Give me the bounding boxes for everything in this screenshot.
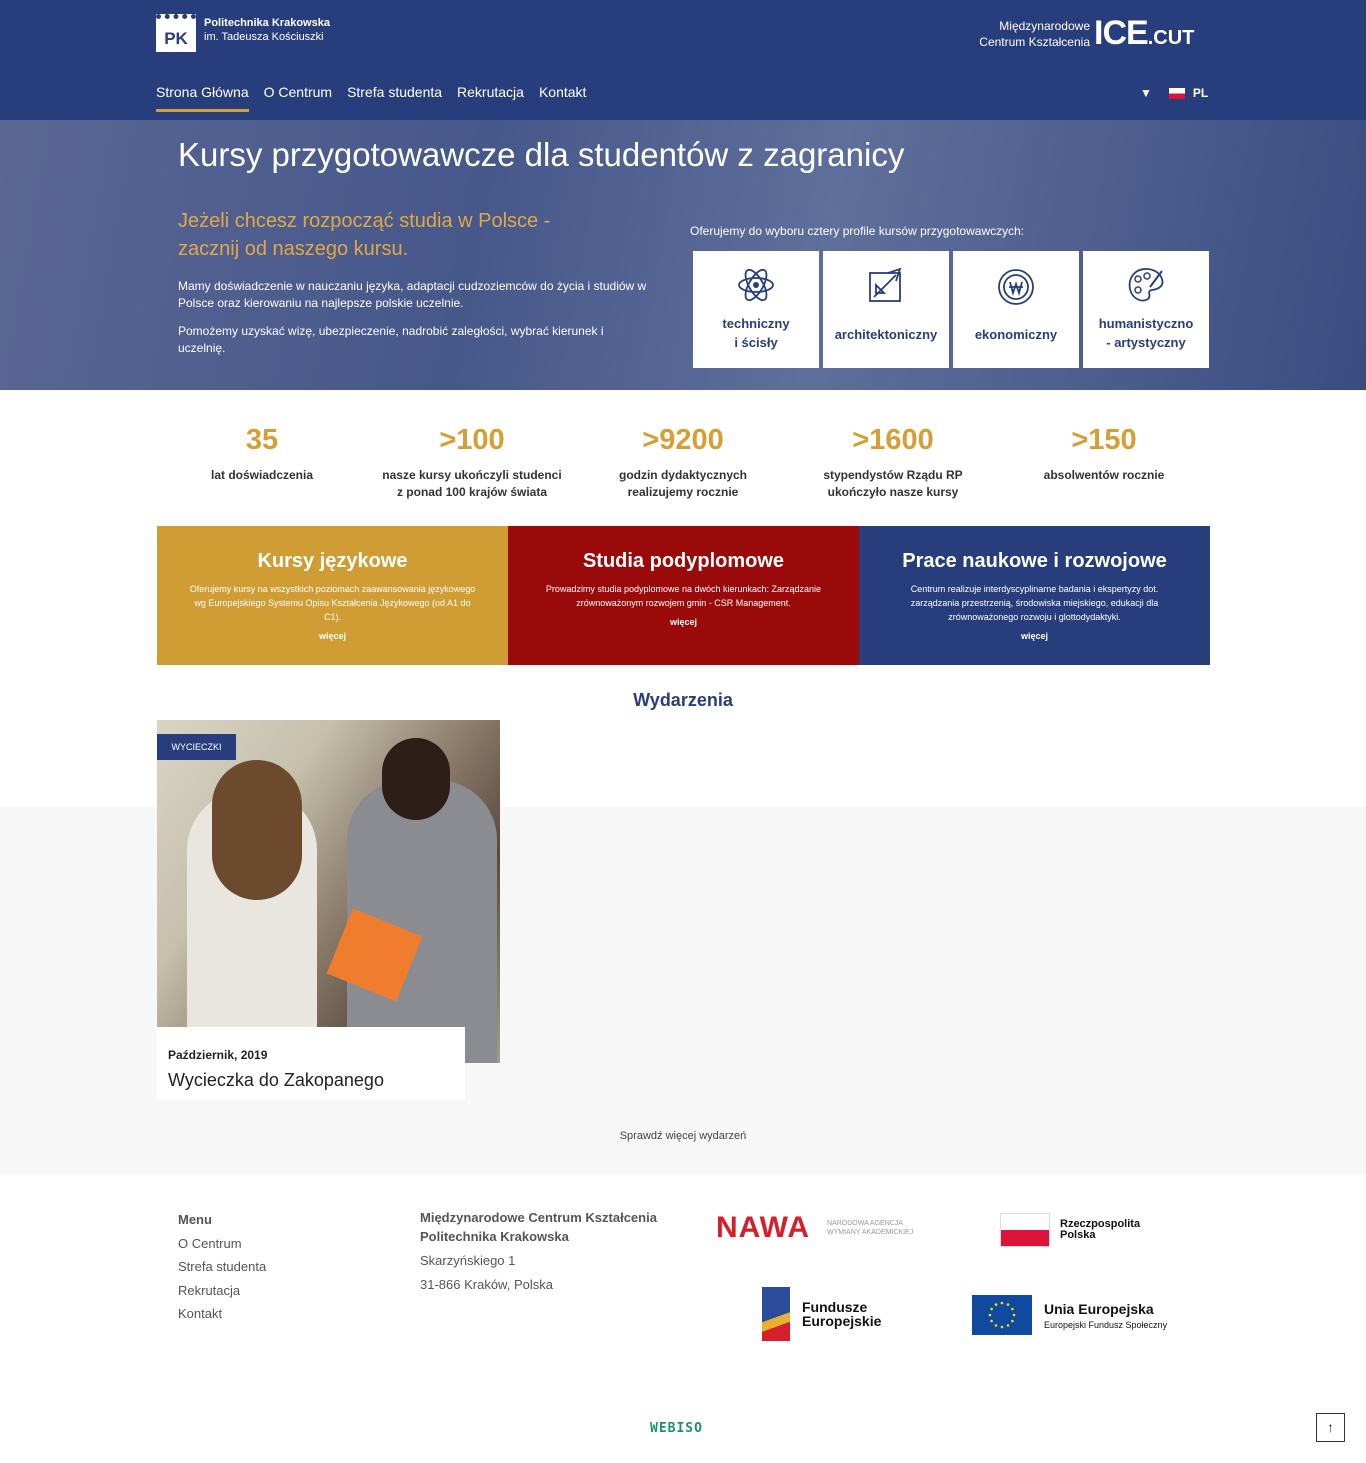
language-label: PL bbox=[1192, 86, 1209, 100]
coin-icon bbox=[998, 269, 1034, 305]
box-description: Centrum realizuje interdyscyplinarne bad… bbox=[910, 584, 1159, 622]
unia-europejska-text: Unia Europejska Europejski Fundusz Społec… bbox=[1044, 1301, 1168, 1330]
uni-subtitle: im. Tadeusza Kościuszki bbox=[204, 31, 324, 43]
profile-label-2: - artystyczny bbox=[1106, 335, 1186, 350]
stat-label: nasze kursy ukończyli studenci z ponad 10… bbox=[382, 468, 562, 499]
box-title: Studia podyplomowe bbox=[582, 550, 785, 572]
uni-name: Politechnika Krakowska bbox=[204, 17, 330, 29]
box-description: Oferujemy kursy na wszystkich poziomach … bbox=[189, 584, 476, 622]
hero-paragraph-2: Pomożemy uzyskać wizę, ubezpieczenie, na… bbox=[178, 324, 604, 355]
stat-label: stypendystów Rządu RP ukończyło nasze kur… bbox=[823, 468, 963, 499]
stat-item: >100 nasze kursy ukończyli studenci z pon… bbox=[367, 422, 577, 501]
nav-kontakt[interactable]: Kontakt bbox=[539, 84, 586, 112]
nav-strona-glowna[interactable]: Strona Główna bbox=[156, 84, 249, 112]
stat-number: >100 bbox=[439, 424, 505, 456]
profile-card-ekonomiczny[interactable]: ekonomiczny bbox=[953, 251, 1079, 368]
event-photo[interactable] bbox=[157, 720, 500, 1063]
more-events-link[interactable]: Sprawdź więcej wydarzeń bbox=[0, 1130, 1366, 1142]
stat-label: absolwentów rocznie bbox=[1043, 468, 1165, 482]
stat-number: >9200 bbox=[642, 424, 724, 456]
footer-menu-title: Menu bbox=[178, 1212, 212, 1227]
profile-card-architektoniczny[interactable]: architektoniczny bbox=[823, 251, 949, 368]
box-studia-podyplomowe[interactable]: Studia podyplomowe Prowadzimy studia pod… bbox=[508, 526, 859, 665]
stat-item: 35 lat doświadczenia bbox=[157, 422, 367, 484]
hero-lead: Jeżeli chcesz rozpocząć studia w Polsce … bbox=[178, 210, 551, 260]
footer-link-strefa-studenta[interactable]: Strefa studenta bbox=[178, 1255, 266, 1279]
palette-icon bbox=[1128, 268, 1164, 302]
event-title[interactable]: Wycieczka do Zakopanego bbox=[168, 1070, 384, 1091]
event-card[interactable]: Październik, 2019 Wycieczka do Zakopaneg… bbox=[157, 1027, 465, 1100]
more-link[interactable]: więcej bbox=[859, 631, 1210, 641]
footer-link-kontakt[interactable]: Kontakt bbox=[178, 1302, 266, 1326]
stat-number: >150 bbox=[1071, 424, 1137, 456]
footer-address: Międzynarodowe Centrum Kształcenia Polit… bbox=[420, 1210, 657, 1292]
nav-strefa-studenta[interactable]: Strefa studenta bbox=[347, 84, 442, 112]
university-name[interactable]: Politechnika Krakowska im. Tadeusza Kośc… bbox=[204, 16, 330, 44]
box-prace-naukowe[interactable]: Prace naukowe i rozwojowe Centrum realiz… bbox=[859, 526, 1210, 665]
site-header: PK Politechnika Krakowska im. Tadeusza K… bbox=[0, 0, 1366, 120]
profile-label: ekonomiczny bbox=[974, 327, 1058, 342]
scroll-to-top-button[interactable]: ↑ bbox=[1316, 1413, 1345, 1442]
fundusze-europejskie-logo[interactable] bbox=[762, 1287, 790, 1341]
poland-flag-icon bbox=[1168, 87, 1185, 99]
fundusze-europejskie-text: Fundusze Europejskie bbox=[802, 1299, 882, 1329]
ice-subtitle: Międzynarodowe Centrum Kształcenia bbox=[979, 19, 1090, 49]
stat-label: lat doświadczenia bbox=[210, 468, 314, 482]
stat-number: >1600 bbox=[852, 424, 934, 456]
profile-label: humanistyczno bbox=[1098, 316, 1194, 331]
pk-logo[interactable]: PK bbox=[156, 14, 196, 52]
eu-flag-logo[interactable] bbox=[972, 1295, 1032, 1335]
chevron-down-icon: ▼ bbox=[1140, 86, 1152, 100]
eu-stars-icon bbox=[988, 1301, 1016, 1329]
rzeczpospolita-polska-text: Rzeczpospolita Polska bbox=[1060, 1218, 1141, 1241]
event-date: Październik, 2019 bbox=[168, 1048, 268, 1062]
footer-menu: Menu O Centrum Strefa studenta Rekrutacj… bbox=[178, 1208, 266, 1326]
nawa-subtitle: NARODOWA AGENCJA WYMIANY AKADEMICKIEJ bbox=[827, 1220, 914, 1236]
ice-logo[interactable]: ICE.CUT bbox=[1094, 12, 1194, 59]
box-title: Kursy językowe bbox=[257, 550, 408, 572]
box-title: Prace naukowe i rozwojowe bbox=[902, 550, 1167, 572]
profiles-intro: Oferujemy do wyboru cztery profile kursó… bbox=[690, 224, 1025, 238]
more-link[interactable]: więcej bbox=[157, 631, 508, 641]
profile-label-2: i ścisły bbox=[734, 335, 778, 350]
nawa-logo[interactable]: NAWA bbox=[716, 1212, 810, 1244]
poland-flag-logo[interactable] bbox=[1000, 1213, 1050, 1247]
stat-item: >150 absolwentów rocznie bbox=[999, 422, 1209, 484]
hero-paragraph-1: Mamy doświadczenie w nauczaniu języka, a… bbox=[178, 279, 647, 310]
atom-icon bbox=[738, 268, 774, 302]
webiso-credit[interactable]: WEBISO bbox=[650, 1421, 703, 1436]
stat-label: godzin dydaktycznych realizujemy rocznie bbox=[618, 468, 748, 499]
drafting-icon bbox=[869, 267, 902, 302]
stat-number: 35 bbox=[245, 424, 279, 456]
profile-card-techniczny[interactable]: techniczny i ścisły bbox=[693, 251, 819, 368]
stat-item: >1600 stypendystów Rządu RP ukończyło nas… bbox=[788, 422, 998, 501]
footer-link-rekrutacja[interactable]: Rekrutacja bbox=[178, 1279, 266, 1303]
events-heading: Wydarzenia bbox=[633, 690, 733, 710]
nav-o-centrum[interactable]: O Centrum bbox=[264, 84, 332, 112]
stat-item: >9200 godzin dydaktycznych realizujemy ro… bbox=[578, 422, 788, 501]
profile-card-humanistyczno-artystyczny[interactable]: humanistyczno - artystyczny bbox=[1083, 251, 1209, 368]
event-category-tag[interactable]: WYCIECZKI bbox=[157, 734, 236, 760]
footer-link-o-centrum[interactable]: O Centrum bbox=[178, 1232, 266, 1256]
box-kursy-jezykowe[interactable]: Kursy językowe Oferujemy kursy na wszyst… bbox=[157, 526, 508, 665]
more-link[interactable]: więcej bbox=[508, 617, 859, 627]
main-nav: Strona Główna O Centrum Strefa studenta … bbox=[156, 84, 601, 112]
profile-label: architektoniczny bbox=[834, 327, 938, 342]
nav-rekrutacja[interactable]: Rekrutacja bbox=[457, 84, 524, 112]
box-description: Prowadzimy studia podyplomowe na dwóch k… bbox=[545, 584, 822, 608]
hero-title: Kursy przygotowawcze dla studentów z zag… bbox=[178, 136, 905, 173]
profile-label: techniczny bbox=[722, 316, 790, 331]
language-switcher[interactable]: ▼ PL bbox=[1140, 86, 1208, 100]
